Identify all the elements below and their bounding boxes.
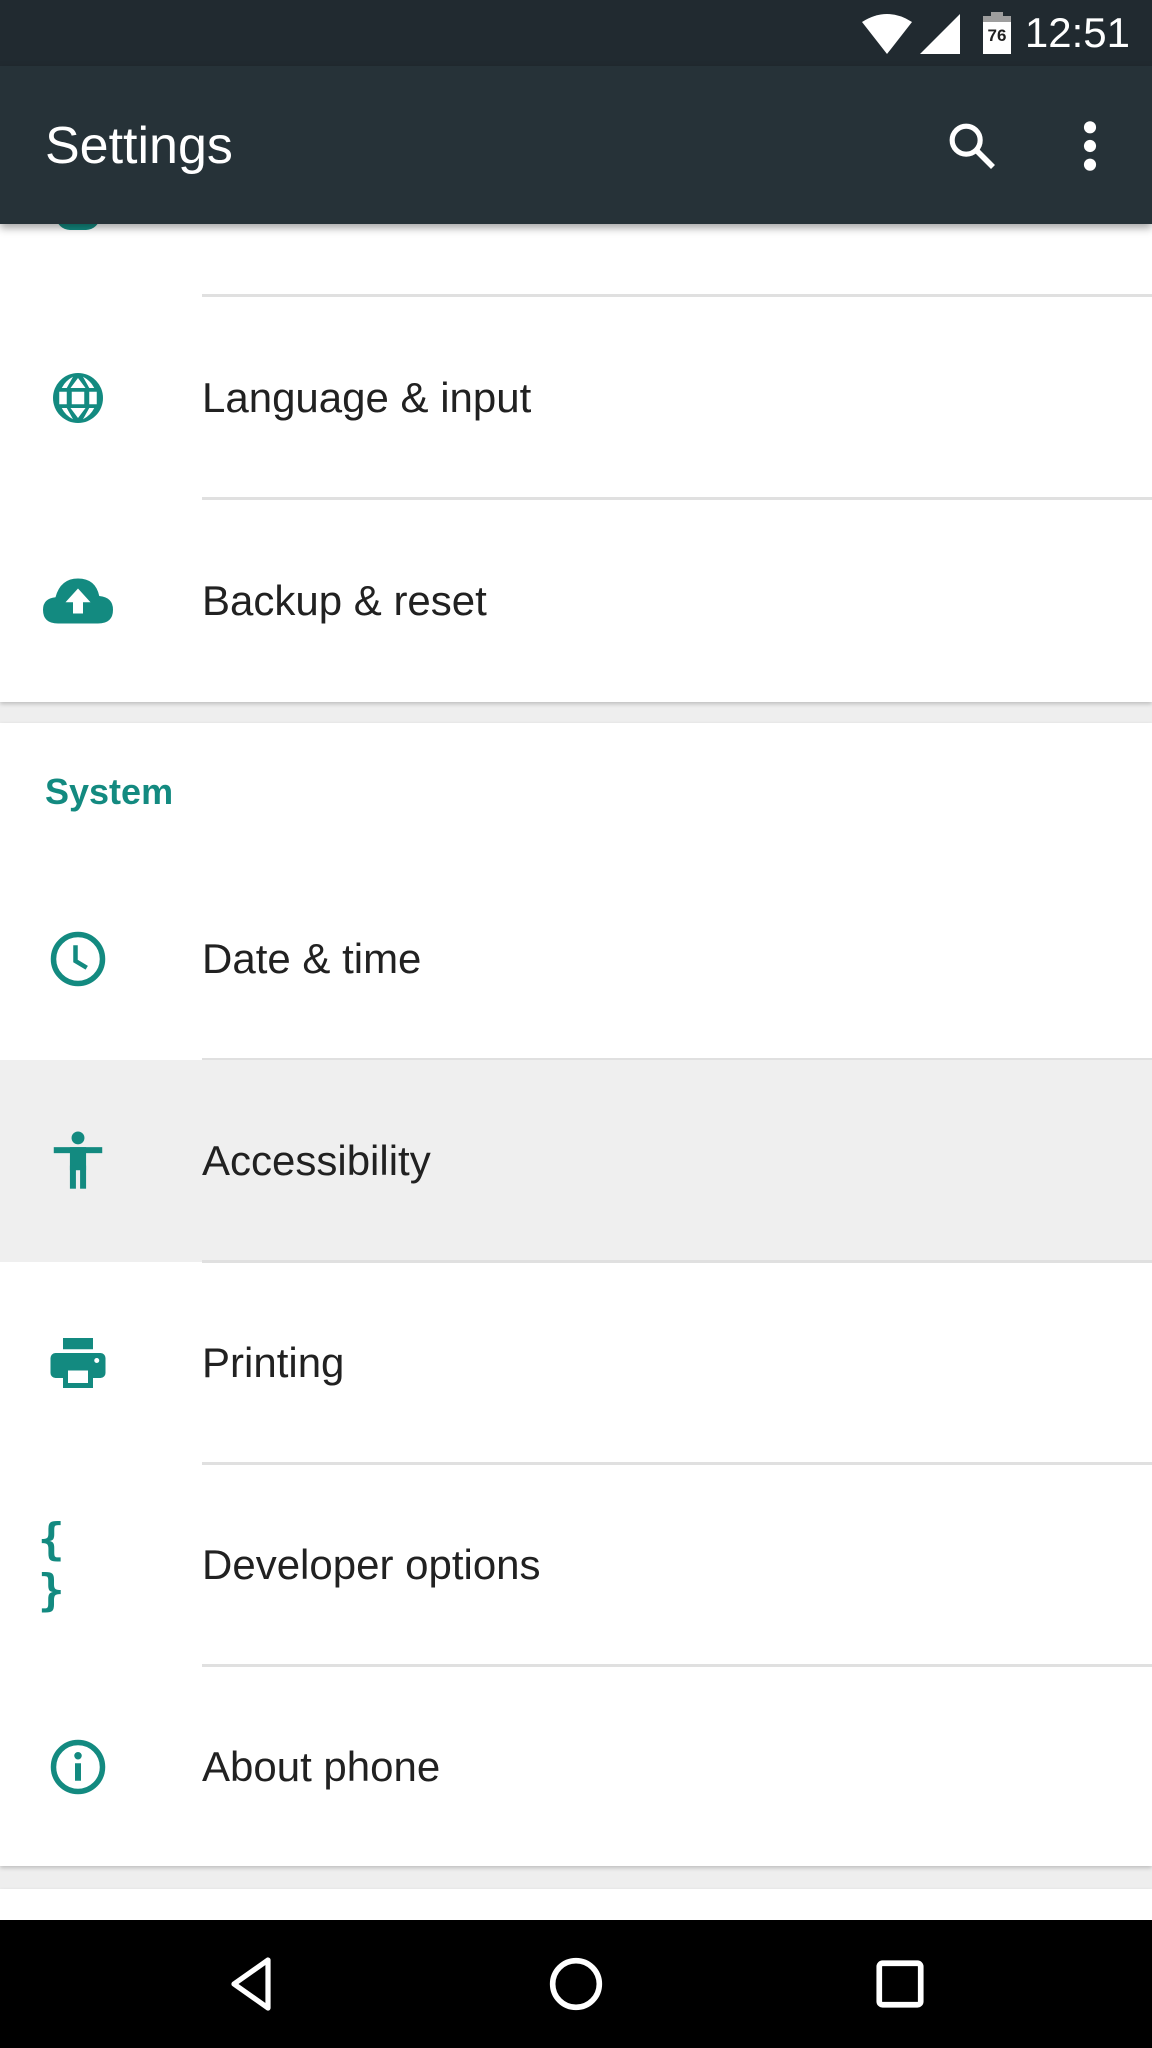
list-item-developer-options[interactable]: { } Developer options <box>0 1464 1152 1666</box>
list-item-date-time[interactable]: Date & time <box>0 858 1152 1060</box>
list-item-label: Language & input <box>202 374 532 421</box>
settings-card-system: System Date & time Accessibility Printin… <box>0 723 1152 1866</box>
settings-card-top: Language & input Backup & reset <box>0 190 1152 702</box>
battery-icon: 76 <box>983 12 1011 54</box>
clock-icon <box>50 931 106 987</box>
printer-icon <box>50 1338 106 1388</box>
list-item-label: About phone <box>202 1743 441 1790</box>
more-vert-icon <box>1083 121 1097 171</box>
list-item-about-phone[interactable]: About phone <box>0 1666 1152 1868</box>
wifi-icon <box>862 14 912 54</box>
cell-signal-icon <box>920 14 960 54</box>
list-item-label: Developer options <box>202 1541 541 1588</box>
recents-icon <box>876 1960 924 2008</box>
toolbar: Settings <box>0 66 1152 224</box>
clock: 12:51 <box>1024 9 1130 56</box>
list-item-label: Printing <box>202 1339 345 1386</box>
back-button[interactable] <box>192 1944 312 2024</box>
list-item-printing[interactable]: Printing <box>0 1262 1152 1464</box>
home-icon <box>549 1957 603 2011</box>
globe-icon <box>53 373 103 423</box>
recents-button[interactable] <box>840 1944 960 2024</box>
search-button[interactable] <box>932 106 1012 186</box>
status-bar: 76 12:51 <box>0 0 1152 66</box>
accessibility-icon <box>53 1131 103 1189</box>
list-item-accessibility[interactable]: Accessibility <box>0 1060 1152 1262</box>
more-options-button[interactable] <box>1050 106 1130 186</box>
list-item-label: Accessibility <box>202 1137 431 1184</box>
braces-icon: { } <box>38 1514 69 1616</box>
list-item-label: Date & time <box>202 935 422 982</box>
list-item-language-input[interactable]: Language & input <box>0 297 1152 499</box>
search-icon <box>949 123 995 169</box>
section-header-system: System <box>45 771 174 812</box>
battery-level: 76 <box>987 26 1007 45</box>
home-button[interactable] <box>516 1944 636 2024</box>
list-item-backup-reset[interactable]: Backup & reset <box>0 500 1152 702</box>
cloud-upload-icon <box>43 578 113 624</box>
page-title: Settings <box>45 117 233 175</box>
info-icon <box>50 1739 106 1795</box>
list-item-label: Backup & reset <box>202 577 487 624</box>
navigation-bar <box>0 1920 1152 2048</box>
back-icon <box>231 1957 271 2011</box>
